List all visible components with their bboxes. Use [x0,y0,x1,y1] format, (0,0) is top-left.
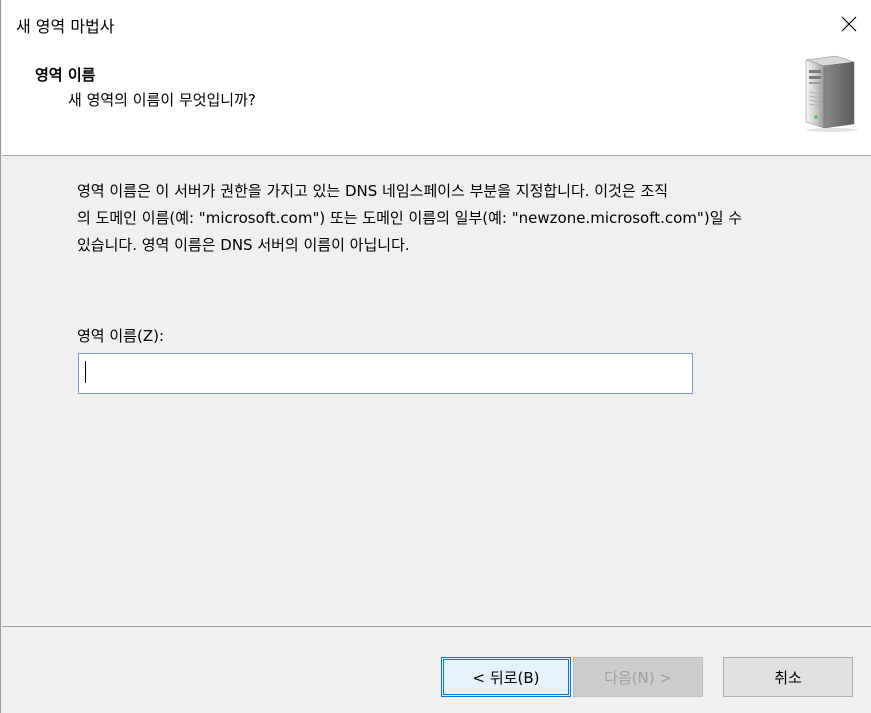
window-title: 새 영역 마법사 [16,17,115,36]
page-title: 영역 이름 [35,66,96,84]
description-line: 있습니다. 영역 이름은 DNS 서버의 이름이 아닙니다. [77,236,410,254]
wizard-header: 영역 이름 새 영역의 이름이 무엇입니까? [2,48,871,155]
footer-divider [2,626,871,627]
new-zone-wizard-window: 새 영역 마법사 영역 이름 새 영역의 이름이 무엇입니까? 영역 이름은 이… [0,0,871,713]
page-subtitle: 새 영역의 이름이 무엇입니까? [68,91,256,109]
description-text: 영역 이름은 이 서버가 권한을 가지고 있는 DNS 네임스페이스 부분을 지… [77,178,837,259]
close-button[interactable] [826,0,871,48]
close-icon [841,16,857,32]
server-tower-icon [805,55,858,132]
text-caret [85,361,86,383]
description-line: 영역 이름은 이 서버가 권한을 가지고 있는 DNS 네임스페이스 부분을 지… [77,182,669,200]
zone-name-input[interactable] [78,353,693,394]
title-bar: 새 영역 마법사 [2,0,871,48]
header-divider [2,155,871,156]
zone-name-label: 영역 이름(Z): [77,327,165,345]
next-button[interactable]: 다음(N) > [573,657,703,697]
back-button[interactable]: < 뒤로(B) [441,657,571,697]
description-line: 의 도메인 이름(예: "microsoft.com") 또는 도메인 이름의 … [77,209,743,227]
cancel-button[interactable]: 취소 [723,657,853,697]
